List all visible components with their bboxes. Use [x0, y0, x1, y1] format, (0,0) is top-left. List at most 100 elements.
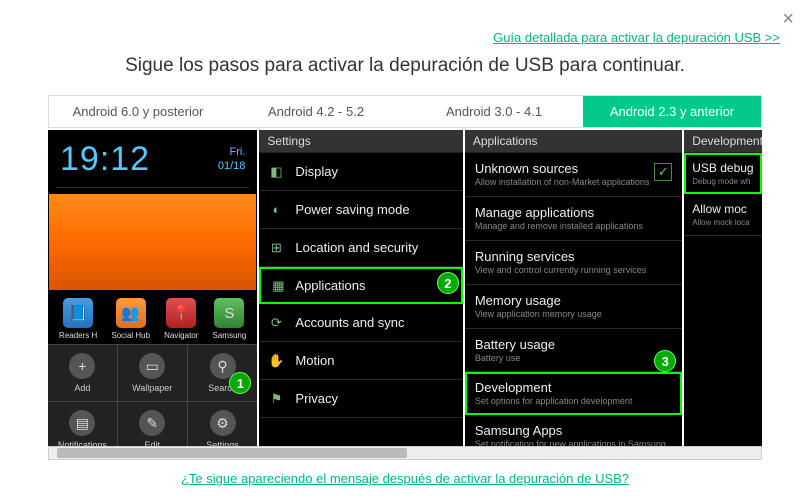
apps-icon: ▦: [269, 277, 287, 295]
panel-home: 19:12 Fri. 01/18 📘Readers H 👥 Social Hub …: [48, 130, 257, 450]
motion-icon: ✋: [267, 352, 285, 370]
version-tabs: Android 6.0 y posterior Android 4.2 - 5.…: [48, 95, 762, 128]
settings-header: Settings: [259, 130, 462, 153]
app-sub: View and control currently running servi…: [475, 266, 672, 276]
dock-item: 📘Readers H: [59, 298, 97, 340]
dev-usb-debug: USB debug Debug mode wh: [684, 153, 762, 194]
app-sub: View application memory usage: [475, 310, 672, 320]
menu-label: Wallpaper: [132, 383, 172, 393]
app-sub: Battery use: [475, 354, 672, 364]
app-memory: Memory usage View application memory usag…: [465, 285, 682, 329]
home-clock: 19:12 Fri. 01/18: [48, 130, 257, 187]
panel-settings: Settings ◧ Display ◐ Power saving mode ⊞ Lo…: [259, 130, 462, 450]
settings-power: ◐ Power saving mode: [259, 191, 462, 229]
page-title: Sigue los pasos para activar la depuraci…: [0, 55, 810, 77]
guide-link[interactable]: Guía detallada para activar la depuració…: [493, 30, 780, 45]
app-unknown-sources: Unknown sources Allow installation of no…: [465, 153, 682, 197]
settings-display: ◧ Display: [259, 153, 462, 191]
app-sub: Manage and remove installed applications: [475, 222, 672, 232]
dock-label: Samsung: [213, 331, 247, 340]
settings-label: Power saving mode: [295, 202, 409, 217]
settings-label: Applications: [295, 278, 365, 293]
app-development: Development Set options for application d…: [465, 372, 682, 415]
dock-label: Social Hub: [111, 331, 150, 340]
step-badge-2: 2: [437, 272, 459, 294]
home-date-value: 01/18: [218, 160, 246, 173]
app-sub: Allow installation of non-Market applica…: [475, 178, 672, 188]
settings-accounts: ⟳ Accounts and sync: [259, 304, 462, 342]
app-running: Running services View and control current…: [465, 241, 682, 285]
app-title: Battery usage: [475, 337, 672, 352]
app-icon: S: [214, 298, 244, 328]
settings-privacy: ⚑ Privacy: [259, 380, 462, 418]
home-date: Fri. 01/18: [218, 146, 246, 172]
app-manage: Manage applications Manage and remove ins…: [465, 197, 682, 241]
scroll-thumb[interactable]: [57, 448, 407, 458]
dev-title: USB debug: [692, 161, 754, 175]
settings-label: Accounts and sync: [295, 315, 404, 330]
privacy-icon: ⚑: [267, 390, 285, 408]
tab-android-23[interactable]: Android 2.3 y anterior: [583, 96, 761, 127]
close-icon[interactable]: ×: [782, 8, 794, 31]
tab-android-6[interactable]: Android 6.0 y posterior: [49, 96, 227, 127]
display-icon: ◧: [267, 163, 285, 181]
menu-wallpaper: ▭ Wallpaper: [118, 345, 188, 402]
menu-settings: ⚙Settings: [188, 402, 258, 450]
dock-item: S Samsung: [213, 298, 247, 340]
help-link[interactable]: ¿Te sigue apareciendo el mensaje después…: [181, 471, 629, 486]
app-title: Running services: [475, 249, 672, 264]
app-icon: 📍: [166, 298, 196, 328]
dock-item: 📍 Navigator: [164, 298, 198, 340]
app-sub: Set options for application development: [475, 397, 672, 407]
app-title: Manage applications: [475, 205, 672, 220]
dock-item: 👥 Social Hub: [111, 298, 150, 340]
app-samsung: Samsung AppsSet notification for new app…: [465, 415, 682, 450]
dock-label: Navigator: [164, 331, 198, 340]
home-day: Fri.: [218, 146, 246, 159]
settings-label: Display: [295, 164, 338, 179]
menu-notifications: ▤Notifications: [48, 402, 118, 450]
home-dock: 📘Readers H 👥 Social Hub 📍 Navigator S Samsu…: [48, 290, 257, 344]
home-menu: +Add ▭Wallpaper ⚲Search ▤Notifications ✎…: [48, 344, 257, 450]
wallpaper-icon: ▭: [139, 353, 165, 379]
home-wallpaper: [49, 194, 256, 290]
settings-icon: ⚙: [210, 410, 236, 436]
app-title: Unknown sources: [475, 161, 672, 176]
menu-add: + Add: [48, 345, 118, 402]
panel-applications: Applications Unknown sources Allow insta…: [465, 130, 682, 450]
guide-link-container: Guía detallada para activar la depuració…: [0, 0, 810, 45]
development-header: Development: [684, 130, 762, 153]
applications-header: Applications: [465, 130, 682, 153]
app-title: Development: [475, 380, 672, 395]
dock-label: Readers H: [59, 331, 97, 340]
divider: [56, 187, 249, 188]
power-icon: ◐: [267, 201, 285, 219]
sync-icon: ⟳: [267, 314, 285, 332]
dev-sub: Allow mock loca: [692, 218, 754, 227]
edit-icon: ✎: [139, 410, 165, 436]
menu-label: Add: [74, 383, 90, 393]
settings-label: Motion: [295, 353, 334, 368]
app-icon: 👥: [116, 298, 146, 328]
step-panels: 19:12 Fri. 01/18 📘Readers H 👥 Social Hub …: [48, 130, 762, 450]
notifications-icon: ▤: [69, 410, 95, 436]
bottom-link-container: ¿Te sigue apareciendo el mensaje después…: [0, 471, 810, 486]
checkbox-checked-icon: ✓: [654, 163, 672, 181]
home-time: 19:12: [60, 140, 150, 179]
settings-applications: ▦ Applications: [259, 267, 462, 304]
app-title: Samsung Apps: [475, 423, 672, 438]
horizontal-scrollbar[interactable]: [48, 446, 762, 460]
panel-development: Development USB debug Debug mode wh Allow…: [684, 130, 762, 450]
tab-android-42[interactable]: Android 4.2 - 5.2: [227, 96, 405, 127]
settings-label: Privacy: [295, 391, 338, 406]
tab-android-30[interactable]: Android 3.0 - 4.1: [405, 96, 583, 127]
location-icon: ⊞: [267, 239, 285, 257]
plus-icon: +: [69, 353, 95, 379]
menu-edit: ✎Edit: [118, 402, 188, 450]
settings-motion: ✋ Motion: [259, 342, 462, 380]
settings-label: Location and security: [295, 240, 418, 255]
app-battery: Battery usage Battery use: [465, 329, 682, 373]
dev-title: Allow moc: [692, 202, 754, 216]
app-title: Memory usage: [475, 293, 672, 308]
dev-sub: Debug mode wh: [692, 177, 754, 186]
